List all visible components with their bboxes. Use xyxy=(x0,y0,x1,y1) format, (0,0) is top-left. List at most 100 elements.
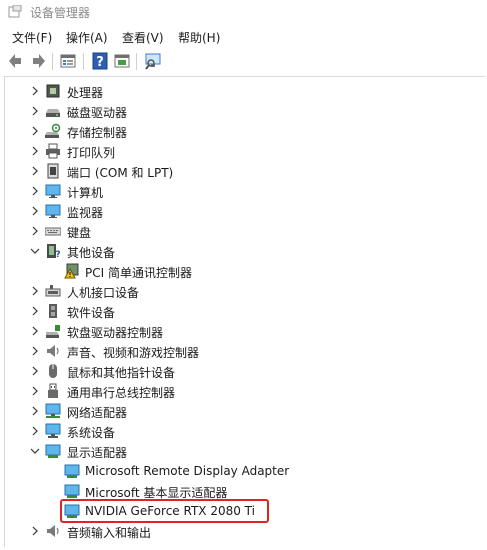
chevron-right-icon[interactable] xyxy=(29,345,41,357)
menu-view[interactable]: 查看(V) xyxy=(122,29,164,46)
tree-node-label: 存储控制器 xyxy=(67,126,128,140)
tree-node-display-adapters[interactable]: 显示适配器 xyxy=(5,441,475,461)
tree-node-keyboards[interactable]: 键盘 xyxy=(5,221,475,241)
hid-icon xyxy=(45,283,61,299)
view-icon[interactable] xyxy=(112,51,132,71)
tree-node-label: 软盘驱动器控制器 xyxy=(67,326,164,340)
chevron-right-icon[interactable] xyxy=(29,145,41,157)
tree-node-hid[interactable]: 人机接口设备 xyxy=(5,281,475,301)
warning-device-icon xyxy=(64,263,80,279)
display-adapter-icon xyxy=(45,443,61,459)
tree-node-label: 打印队列 xyxy=(67,146,116,160)
chevron-down-icon[interactable] xyxy=(29,245,41,257)
highlight-annotation-box xyxy=(60,499,269,523)
tree-node-microsoft-remote-display-adapter[interactable]: Microsoft Remote Display Adapter xyxy=(5,461,475,481)
menu-action[interactable]: 操作(A) xyxy=(66,29,108,46)
chevron-right-icon[interactable] xyxy=(29,285,41,297)
keyboard-icon xyxy=(44,223,62,239)
sound-icon xyxy=(45,343,61,359)
device-manager-app-icon xyxy=(8,4,22,18)
toolbar-separator xyxy=(52,53,53,70)
tree-node-label: 软件设备 xyxy=(67,306,116,320)
chevron-right-icon[interactable] xyxy=(29,165,41,177)
tree-node-network-adapters[interactable]: 网络适配器 xyxy=(5,401,475,421)
forward-icon[interactable] xyxy=(28,51,48,71)
tree-node-print-queues[interactable]: 打印队列 xyxy=(5,141,475,161)
menu-bar: 文件(F) 操作(A) 查看(V) 帮助(H) xyxy=(0,26,487,48)
other-devices-icon: ? xyxy=(45,243,61,260)
tree-node-usb-controllers[interactable]: 通用串行总线控制器 xyxy=(5,381,475,401)
tree-node-sound-video-game[interactable]: 声音、视频和游戏控制器 xyxy=(5,341,475,361)
help-icon[interactable]: ? xyxy=(90,51,110,71)
tree-node-label: 通用串行总线控制器 xyxy=(67,386,176,400)
device-tree[interactable]: 处理器 磁盘驱动器 存储控制器 打印队列 端口 (COM 和 LPT) 计算机 … xyxy=(4,76,485,547)
computer-icon xyxy=(45,183,61,199)
tree-node-monitors[interactable]: 监视器 xyxy=(5,201,475,221)
tree-node-audio-io[interactable]: 音频输入和输出 xyxy=(5,521,475,541)
system-device-icon xyxy=(45,423,61,439)
tree-node-label: 网络适配器 xyxy=(67,406,128,420)
monitor-icon xyxy=(45,203,61,219)
chevron-right-icon[interactable] xyxy=(29,105,41,117)
tree-node-label: PCI 简单通讯控制器 xyxy=(85,266,192,280)
tree-node-label: 监视器 xyxy=(67,206,104,220)
tree-node-system-devices[interactable]: 系统设备 xyxy=(5,421,475,441)
chevron-right-icon[interactable] xyxy=(29,325,41,337)
chevron-right-icon[interactable] xyxy=(29,425,41,437)
tree-node-floppy-controllers[interactable]: 软盘驱动器控制器 xyxy=(5,321,475,341)
display-card-icon xyxy=(64,483,80,499)
tree-node-computer[interactable]: 计算机 xyxy=(5,181,475,201)
tree-node-software-devices[interactable]: 软件设备 xyxy=(5,301,475,321)
chevron-right-icon[interactable] xyxy=(29,125,41,137)
tree-node-label: 其他设备 xyxy=(67,246,116,260)
properties-icon[interactable] xyxy=(58,51,78,71)
tree-node-other-devices[interactable]: ? 其他设备 xyxy=(5,241,475,261)
window-title: 设备管理器 xyxy=(30,6,91,20)
tree-node-processor[interactable]: 处理器 xyxy=(5,81,475,101)
chevron-right-icon[interactable] xyxy=(29,405,41,417)
tree-node-label: 显示适配器 xyxy=(67,446,128,460)
software-device-icon xyxy=(45,303,61,319)
chevron-right-icon[interactable] xyxy=(29,205,41,217)
chevron-right-icon[interactable] xyxy=(29,85,41,97)
tree-node-disk-drives[interactable]: 磁盘驱动器 xyxy=(5,101,475,121)
back-icon[interactable] xyxy=(6,51,26,71)
svg-text:?: ? xyxy=(96,55,104,70)
scan-hardware-icon[interactable] xyxy=(143,51,163,71)
port-icon xyxy=(45,163,61,179)
chevron-down-icon[interactable] xyxy=(29,445,41,457)
chevron-right-icon[interactable] xyxy=(29,385,41,397)
tree-node-mice[interactable]: 鼠标和其他指针设备 xyxy=(5,361,475,381)
tree-node-label: 鼠标和其他指针设备 xyxy=(67,366,176,380)
chevron-right-icon[interactable] xyxy=(29,365,41,377)
disk-drive-icon xyxy=(45,103,61,119)
tree-node-pci-simple-comm-controller[interactable]: PCI 简单通讯控制器 xyxy=(5,261,475,281)
processor-icon xyxy=(45,83,61,99)
tree-node-ports[interactable]: 端口 (COM 和 LPT) xyxy=(5,161,475,181)
chevron-right-icon[interactable] xyxy=(29,525,41,537)
storage-controller-icon xyxy=(45,123,61,139)
tree-node-label: 声音、视频和游戏控制器 xyxy=(67,346,200,360)
tree-node-label: 端口 (COM 和 LPT) xyxy=(67,166,174,180)
tree-node-label: Microsoft Remote Display Adapter xyxy=(85,464,290,478)
tree-node-label: 计算机 xyxy=(67,186,104,200)
toolbar-separator xyxy=(136,53,137,70)
tree-node-microsoft-basic-display-adapter[interactable]: Microsoft 基本显示适配器 xyxy=(5,481,475,501)
toolbar: ? xyxy=(0,50,487,74)
mouse-icon xyxy=(45,363,61,379)
title-bar: 设备管理器 xyxy=(0,0,487,24)
chevron-right-icon[interactable] xyxy=(29,185,41,197)
chevron-right-icon[interactable] xyxy=(29,305,41,317)
printer-icon xyxy=(45,143,61,159)
display-card-icon xyxy=(64,463,80,479)
floppy-controller-icon xyxy=(45,323,61,339)
tree-node-label: 音频输入和输出 xyxy=(67,526,152,540)
tree-node-storage-controllers[interactable]: 存储控制器 xyxy=(5,121,475,141)
network-icon xyxy=(45,403,61,419)
menu-help[interactable]: 帮助(H) xyxy=(178,29,220,46)
chevron-right-icon[interactable] xyxy=(29,225,41,237)
tree-node-label: 人机接口设备 xyxy=(67,286,140,300)
tree-node-label: 系统设备 xyxy=(67,426,116,440)
tree-node-label: 处理器 xyxy=(67,86,104,100)
menu-file[interactable]: 文件(F) xyxy=(12,29,52,46)
